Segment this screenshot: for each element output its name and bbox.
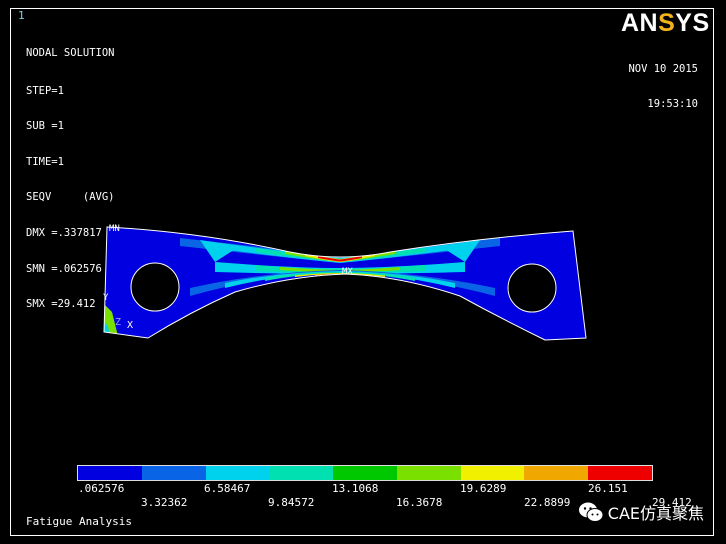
wechat-icon (578, 502, 604, 522)
contour-legend-bar (77, 465, 653, 481)
axis-y-label: Y (103, 293, 109, 303)
legend-label-3: 9.84572 (268, 496, 315, 509)
plot-caption: Fatigue Analysis (26, 515, 132, 528)
right-hole (507, 263, 557, 313)
legend-segment (460, 466, 525, 480)
legend-label-2: 6.58467 (204, 482, 251, 495)
legend-segment (524, 466, 589, 480)
legend-segment (588, 466, 653, 480)
legend-label-8: 26.151 (588, 482, 628, 495)
legend-label-5: 16.3678 (396, 496, 443, 509)
legend-label-1: 3.32362 (141, 496, 188, 509)
legend-segment (78, 466, 142, 480)
legend-segment (269, 466, 334, 480)
left-hole (130, 262, 180, 312)
max-marker: MX (342, 267, 353, 277)
legend-segment (333, 466, 397, 480)
legend-segment (141, 466, 206, 480)
legend-label-4: 13.1068 (332, 482, 379, 495)
watermark: CAE仿真聚焦 (578, 500, 704, 524)
watermark-text: CAE仿真聚焦 (607, 504, 704, 523)
legend-segment (205, 466, 270, 480)
legend-label-6: 19.6289 (460, 482, 507, 495)
legend-segment (396, 466, 461, 480)
stress-contour-plot[interactable]: MN MX Y Z X (0, 0, 726, 544)
legend-label-7: 22.8899 (524, 496, 571, 509)
min-marker: MN (109, 224, 120, 234)
axis-z-label: Z (115, 317, 121, 328)
legend-label-0: .062576 (78, 482, 125, 495)
axis-x-label: X (127, 320, 133, 331)
